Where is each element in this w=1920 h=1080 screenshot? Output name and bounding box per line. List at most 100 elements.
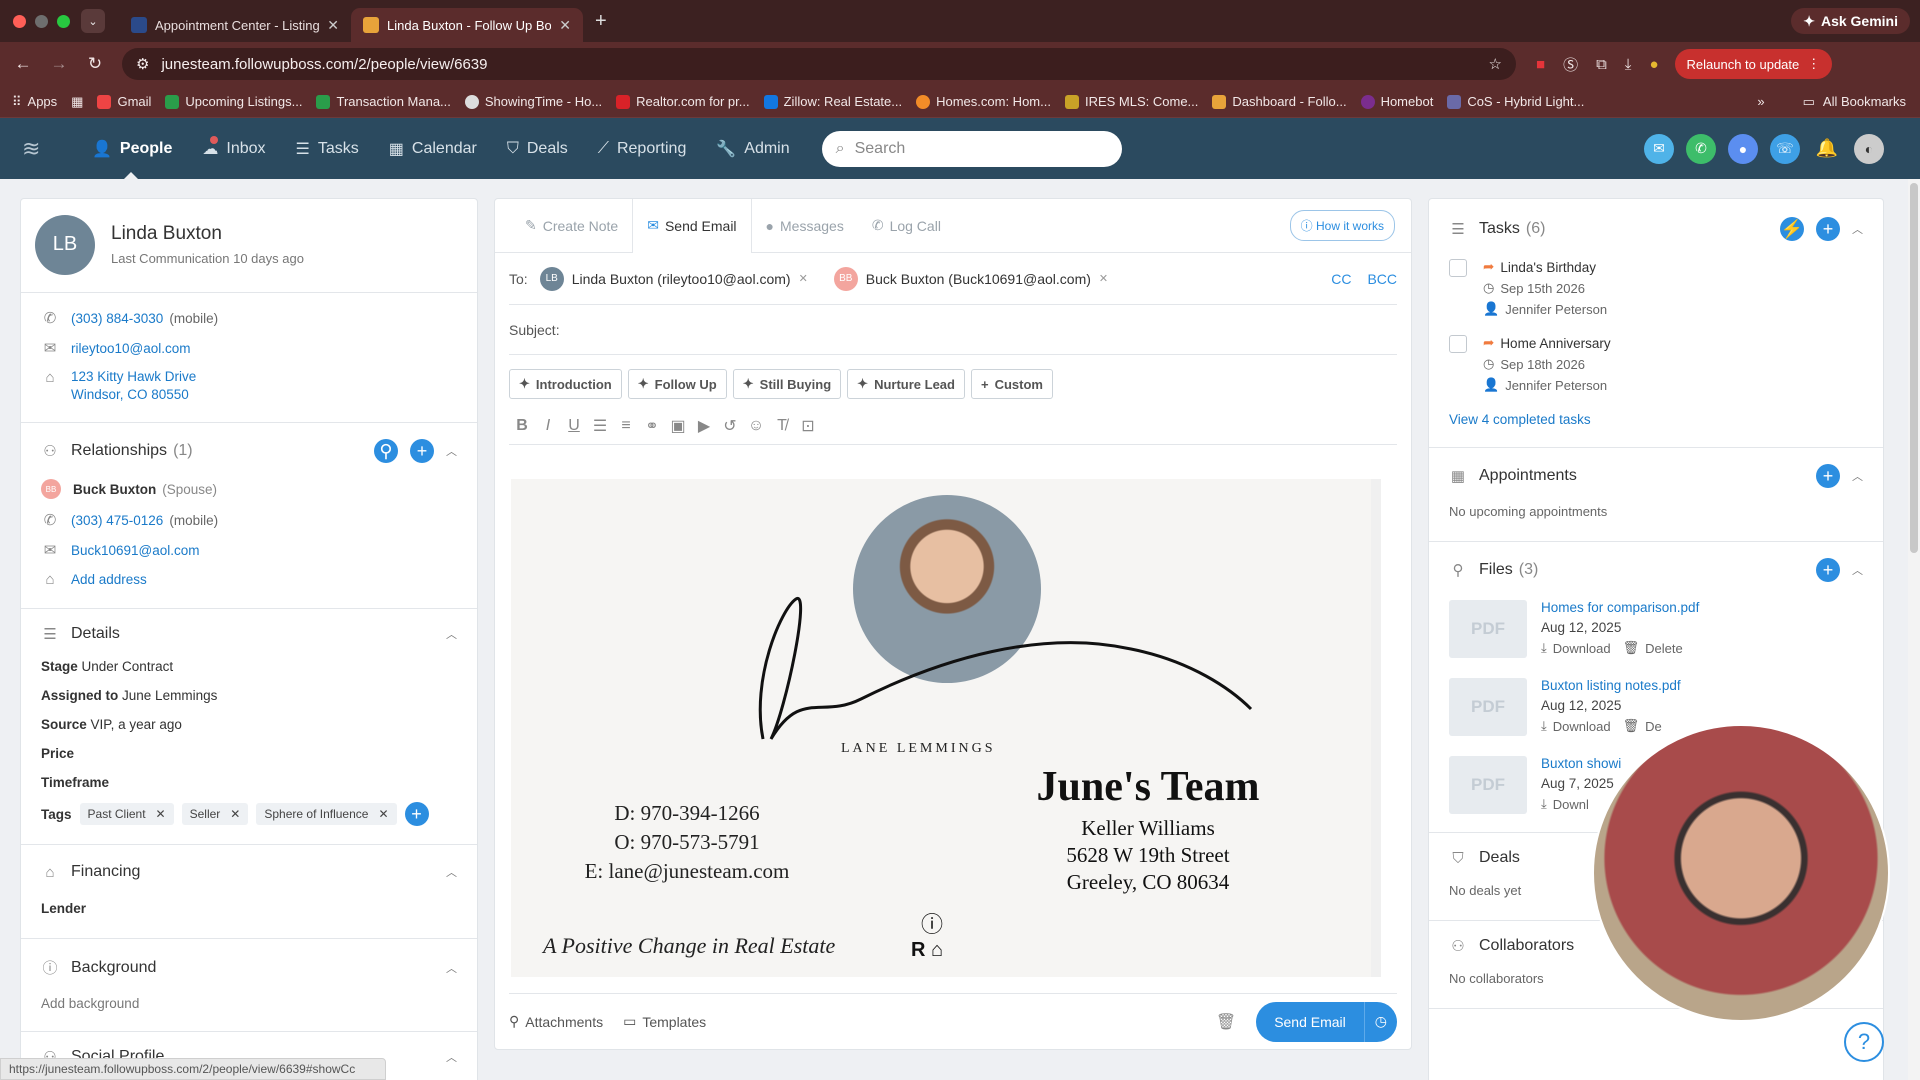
relation-email-link[interactable]: Buck10691@aol.com bbox=[71, 543, 200, 558]
templates-button[interactable]: ▭ Templates bbox=[623, 1013, 706, 1030]
chevron-up-icon[interactable]: ︿ bbox=[446, 864, 457, 880]
pdf-thumbnail[interactable]: PDF bbox=[1449, 600, 1527, 658]
assigned-value[interactable]: June Lemmings bbox=[122, 688, 217, 703]
all-bookmarks-link[interactable]: All Bookmarks bbox=[1823, 94, 1906, 109]
template-follow-up-button[interactable]: ✦ Follow Up bbox=[627, 369, 727, 399]
file-name-link[interactable]: Buxton showi bbox=[1541, 756, 1621, 771]
remove-tag-icon[interactable]: ✕ bbox=[378, 807, 388, 821]
contact-email-link[interactable]: rileytoo10@aol.com bbox=[71, 341, 191, 356]
delete-link[interactable]: Delete bbox=[1645, 641, 1683, 656]
bookmark-transaction[interactable]: Transaction Mana... bbox=[316, 94, 451, 109]
bookmark-zillow[interactable]: Zillow: Real Estate... bbox=[763, 94, 902, 109]
bookmark-homes[interactable]: Homes.com: Hom... bbox=[916, 94, 1051, 109]
tab-log-call[interactable]: ✆ Log Call bbox=[858, 199, 955, 253]
chevron-up-icon[interactable]: ︿ bbox=[446, 443, 457, 459]
schedule-clock-icon[interactable]: ◷ bbox=[1363, 1001, 1397, 1042]
bookmark-gmail[interactable]: Gmail bbox=[97, 94, 151, 109]
bookmarks-overflow-icon[interactable]: » bbox=[1757, 94, 1764, 109]
scrollbar-thumb[interactable] bbox=[1910, 183, 1918, 553]
cc-link[interactable]: CC bbox=[1331, 271, 1351, 287]
bookmark-grid[interactable]: ▦ bbox=[71, 94, 83, 110]
bookmark-upcoming-listings[interactable]: Upcoming Listings... bbox=[165, 94, 302, 109]
chevron-up-icon[interactable]: ︿ bbox=[1852, 221, 1863, 237]
recipient-chip[interactable]: BB Buck Buxton (Buck10691@aol.com) ✕ bbox=[833, 266, 1108, 291]
tab-close-icon[interactable]: ✕ bbox=[559, 17, 571, 34]
chevron-up-icon[interactable]: ︿ bbox=[446, 626, 457, 642]
tab-search-button[interactable]: ⌄ bbox=[81, 9, 105, 33]
delete-link[interactable]: De bbox=[1645, 719, 1662, 734]
webcam-overlay[interactable] bbox=[1592, 724, 1890, 1022]
add-appointment-button[interactable]: + bbox=[1816, 464, 1840, 488]
tag-chip[interactable]: Seller ✕ bbox=[181, 803, 249, 825]
forward-arrow-icon[interactable]: → bbox=[46, 54, 72, 74]
notifications-bell-icon[interactable]: 🔔 bbox=[1812, 134, 1842, 164]
tab-send-email[interactable]: ✉ Send Email bbox=[632, 198, 752, 253]
add-background-link[interactable]: Add background bbox=[41, 996, 457, 1011]
pdf-thumbnail[interactable]: PDF bbox=[1449, 756, 1527, 814]
nav-calendar[interactable]: ▦ Calendar bbox=[389, 118, 477, 179]
extension-red-icon[interactable]: ■ bbox=[1536, 56, 1545, 73]
remove-recipient-icon[interactable]: ✕ bbox=[799, 272, 808, 285]
emoji-icon[interactable]: ☺ bbox=[743, 417, 769, 435]
dialer-icon[interactable]: ☏ bbox=[1770, 133, 1800, 164]
pdf-thumbnail[interactable]: PDF bbox=[1449, 678, 1527, 736]
add-relationship-button[interactable]: + bbox=[410, 439, 434, 463]
task-checkbox[interactable] bbox=[1449, 335, 1467, 353]
add-file-button[interactable]: + bbox=[1816, 558, 1840, 582]
download-link[interactable]: Download bbox=[1553, 719, 1611, 734]
source-value[interactable]: VIP, a year ago bbox=[91, 717, 182, 732]
numbered-list-icon[interactable]: ≡ bbox=[613, 417, 639, 435]
tab-close-icon[interactable]: ✕ bbox=[327, 17, 339, 34]
chat-icon[interactable]: ● bbox=[1728, 133, 1758, 164]
attachments-button[interactable]: ⚲ Attachments bbox=[509, 1013, 603, 1030]
recipient-chip[interactable]: LB Linda Buxton (rileytoo10@aol.com) ✕ bbox=[539, 266, 808, 291]
tag-chip[interactable]: Past Client ✕ bbox=[79, 803, 174, 825]
extensions-puzzle-icon[interactable]: ⧉ bbox=[1596, 56, 1607, 73]
relaunch-button[interactable]: Relaunch to update ⋮ bbox=[1674, 49, 1833, 79]
nav-inbox[interactable]: ☁ Inbox bbox=[202, 118, 266, 179]
site-info-icon[interactable]: ⚙ bbox=[136, 55, 149, 73]
nav-admin[interactable]: 🔧 Admin bbox=[716, 118, 789, 179]
user-avatar[interactable]: ◐ bbox=[1854, 133, 1884, 164]
template-introduction-button[interactable]: ✦ Introduction bbox=[509, 369, 622, 399]
image-icon[interactable]: ▣ bbox=[665, 416, 691, 436]
clear-format-icon[interactable]: T̸ bbox=[769, 417, 795, 435]
nav-tasks[interactable]: ☰ Tasks bbox=[296, 118, 359, 179]
task-title[interactable]: Linda's Birthday bbox=[1500, 260, 1596, 275]
contact-phone-link[interactable]: (303) 884-3030 bbox=[71, 311, 163, 326]
download-link[interactable]: Downl bbox=[1553, 797, 1589, 812]
new-tab-button[interactable]: + bbox=[595, 10, 607, 33]
download-link[interactable]: Download bbox=[1553, 641, 1611, 656]
bookmark-dashboard[interactable]: Dashboard - Follo... bbox=[1212, 94, 1347, 109]
automation-bolt-button[interactable]: ⚡ bbox=[1780, 217, 1804, 241]
bookmark-star-icon[interactable]: ☆ bbox=[1489, 55, 1502, 73]
contact-address-link[interactable]: 123 Kitty Hawk Drive Windsor, CO 80550 bbox=[71, 369, 196, 402]
chevron-up-icon[interactable]: ︿ bbox=[1852, 468, 1863, 484]
chevron-up-icon[interactable]: ︿ bbox=[446, 960, 457, 976]
zoom-window-button[interactable] bbox=[57, 14, 70, 28]
nav-deals[interactable]: ⛉ Deals bbox=[507, 118, 568, 179]
tag-chip[interactable]: Sphere of Influence ✕ bbox=[256, 803, 397, 825]
profile-avatar-icon[interactable]: ● bbox=[1649, 56, 1658, 73]
email-icon[interactable]: ✉ bbox=[1644, 133, 1674, 164]
send-email-button[interactable]: Send Email bbox=[1256, 1001, 1364, 1042]
subject-row[interactable]: Subject: bbox=[509, 305, 1397, 355]
video-icon[interactable]: ▶ bbox=[691, 416, 717, 436]
tab-messages[interactable]: ● Messages bbox=[752, 199, 858, 253]
template-still-buying-button[interactable]: ✦ Still Buying bbox=[732, 369, 842, 399]
task-title[interactable]: Home Anniversary bbox=[1500, 336, 1610, 351]
remove-tag-icon[interactable]: ✕ bbox=[156, 807, 166, 821]
search-input[interactable]: ⌕ Search bbox=[821, 130, 1122, 167]
undo-icon[interactable]: ↺ bbox=[717, 416, 743, 436]
task-checkbox[interactable] bbox=[1449, 259, 1467, 277]
underline-icon[interactable]: U bbox=[561, 417, 587, 435]
how-it-works-button[interactable]: ⓘ How it works bbox=[1289, 210, 1395, 241]
template-nurture-lead-button[interactable]: ✦ Nurture Lead bbox=[847, 369, 965, 399]
bcc-link[interactable]: BCC bbox=[1367, 271, 1397, 287]
link-relationship-button[interactable]: ⚲ bbox=[374, 439, 398, 463]
bookmark-cos[interactable]: CoS - Hybrid Light... bbox=[1447, 94, 1584, 109]
fub-logo-icon[interactable]: ≋ bbox=[22, 136, 62, 162]
bookmark-realtor[interactable]: Realtor.com for pr... bbox=[616, 94, 750, 109]
address-bar[interactable]: ⚙ junesteam.followupboss.com/2/people/vi… bbox=[122, 48, 1516, 80]
ask-gemini-button[interactable]: ✦ Ask Gemini bbox=[1791, 8, 1910, 34]
